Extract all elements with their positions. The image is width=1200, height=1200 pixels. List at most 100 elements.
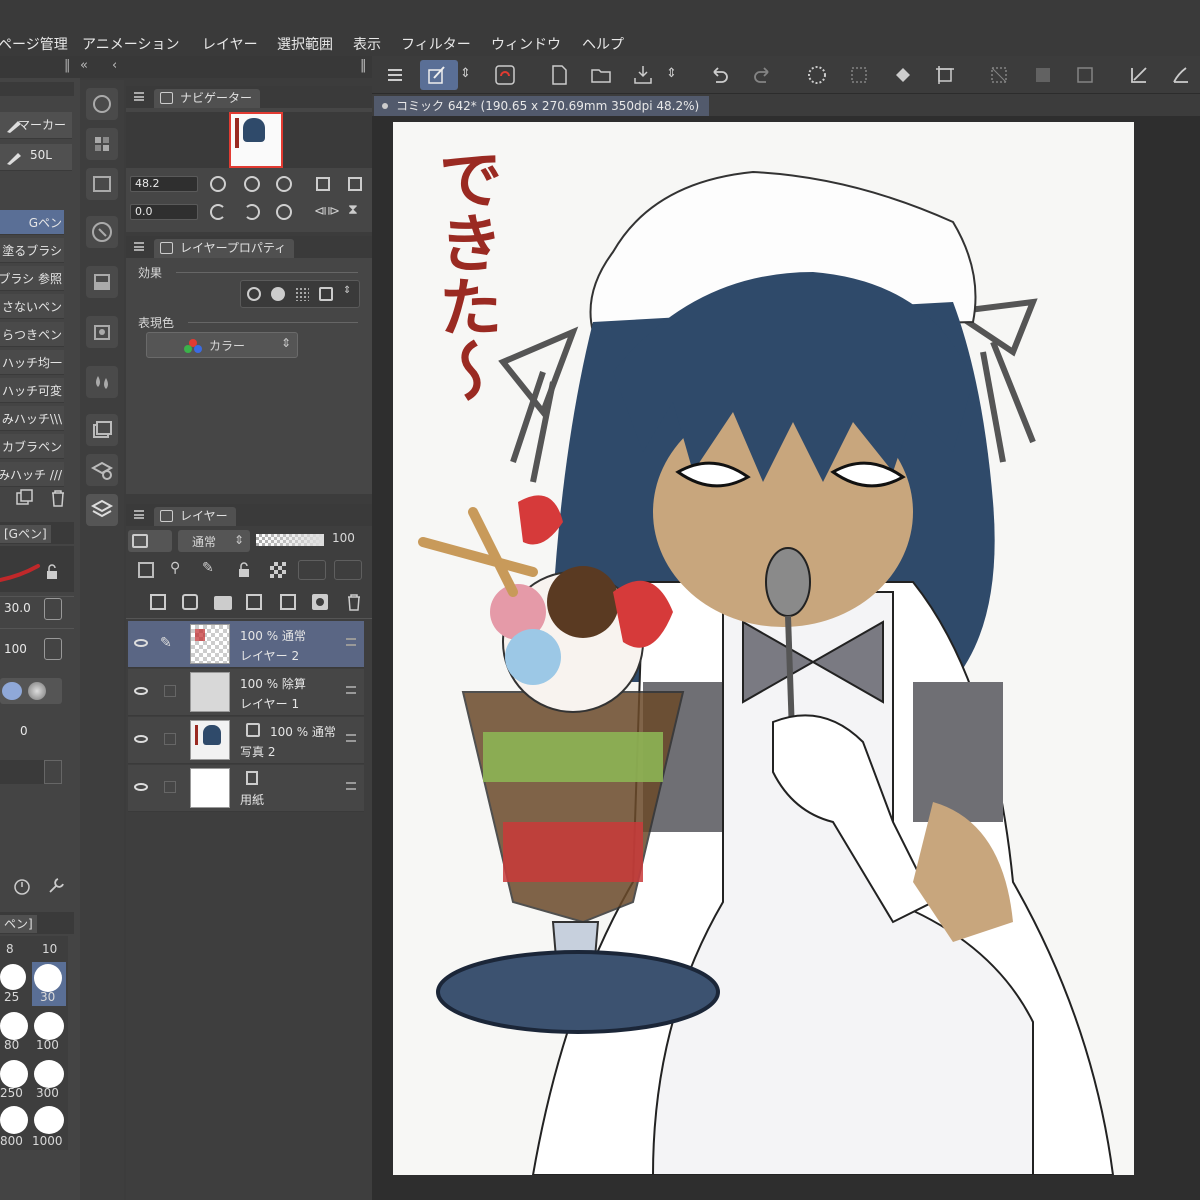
layer-checkbox[interactable] bbox=[164, 733, 176, 745]
grip-icon[interactable] bbox=[134, 92, 144, 101]
save-icon[interactable] bbox=[628, 60, 658, 90]
fill-icon[interactable] bbox=[888, 60, 918, 90]
opacity-slider[interactable] bbox=[256, 534, 324, 546]
wrench-icon[interactable] bbox=[46, 876, 66, 896]
menu-help[interactable]: ヘルプ bbox=[582, 34, 624, 54]
panel-grip-icon[interactable]: ‖ bbox=[64, 58, 71, 73]
rotate-left-icon[interactable] bbox=[210, 204, 226, 220]
layer-checkbox[interactable] bbox=[164, 781, 176, 793]
snap-ruler-icon[interactable] bbox=[1124, 60, 1154, 90]
menu-page-management[interactable]: ページ管理 bbox=[0, 34, 68, 54]
layer-row-photo-2[interactable]: 100 % 通常 写真 2 bbox=[128, 717, 364, 764]
edit-mode-button[interactable] bbox=[420, 60, 458, 90]
zoom-field[interactable]: 48.2 bbox=[130, 176, 198, 192]
new-folder-icon[interactable] bbox=[214, 596, 232, 610]
chevron-left-icon[interactable]: ‹ bbox=[112, 58, 117, 73]
layer-search-panel-button[interactable] bbox=[86, 454, 118, 486]
tone-icon[interactable] bbox=[295, 287, 309, 301]
brush-dot-100[interactable] bbox=[34, 1012, 64, 1040]
brush-dot-1000[interactable] bbox=[34, 1106, 64, 1134]
chevron-updown-icon[interactable]: ⇕ bbox=[343, 285, 351, 296]
delete-layer-icon[interactable] bbox=[344, 592, 364, 612]
eye-icon[interactable] bbox=[134, 735, 148, 743]
artwork-canvas[interactable]: できた〜 bbox=[393, 122, 1134, 1175]
sub-tool-kabura-pen[interactable]: カブラペン bbox=[0, 434, 64, 459]
ruler-enable-icon[interactable] bbox=[334, 560, 362, 580]
panel-grip-icon[interactable]: ‖ bbox=[360, 58, 367, 73]
anti-alias-strong-icon[interactable] bbox=[28, 682, 46, 700]
layer-property-tab[interactable]: レイヤープロパティ bbox=[154, 239, 295, 258]
flip-horizontal-icon[interactable]: ⧏⧐ bbox=[314, 204, 340, 219]
marker-group-button[interactable]: マーカー bbox=[0, 112, 72, 139]
layer-tab[interactable]: レイヤー bbox=[154, 507, 236, 526]
sub-tool-hatch-uniform[interactable]: ハッチ均一 bbox=[0, 350, 64, 375]
sub-tool-brush-ref[interactable]: ブラシ 参照 bbox=[0, 266, 64, 291]
timeline-panel-button[interactable] bbox=[86, 168, 118, 200]
eye-icon[interactable] bbox=[134, 687, 148, 695]
brush-size-10[interactable]: 10 bbox=[42, 942, 57, 956]
transform-icon[interactable] bbox=[930, 60, 960, 90]
menu-animation[interactable]: アニメーション bbox=[82, 34, 179, 54]
chevron-updown-icon[interactable]: ⇕ bbox=[666, 60, 682, 90]
menu-window[interactable]: ウィンドウ bbox=[491, 34, 561, 54]
blend-mode-select[interactable]: 通常 ⇕ bbox=[178, 530, 250, 552]
layer-opacity-value[interactable]: 100 bbox=[332, 531, 355, 545]
sub-tool-g-pen[interactable]: Gペン bbox=[0, 210, 64, 235]
new-vector-layer-icon[interactable] bbox=[182, 594, 198, 610]
trash-icon[interactable] bbox=[48, 488, 68, 508]
eye-icon[interactable] bbox=[134, 639, 148, 647]
menu-layer[interactable]: レイヤー bbox=[202, 34, 258, 54]
opacity-pressure-button[interactable] bbox=[44, 638, 62, 660]
sub-tool-pen-3[interactable]: さないペン bbox=[0, 294, 64, 319]
document-tab[interactable]: コミック 642* (190.65 x 270.69mm 350dpi 48.2… bbox=[374, 96, 710, 116]
draft-layer-icon[interactable]: ✎ bbox=[202, 560, 214, 576]
item-bank-panel-button[interactable] bbox=[86, 266, 118, 298]
brush-icon[interactable] bbox=[1166, 60, 1196, 90]
navigator-preview[interactable] bbox=[126, 112, 372, 168]
clear-outside-icon[interactable] bbox=[844, 60, 874, 90]
clip-lower-icon[interactable] bbox=[138, 562, 154, 578]
zoom-in-icon[interactable] bbox=[244, 176, 260, 192]
expression-color-select[interactable]: カラー ⇕ bbox=[146, 332, 298, 358]
color-mixing-panel-button[interactable] bbox=[86, 366, 118, 398]
new-file-icon[interactable] bbox=[544, 60, 574, 90]
brush-size-1000[interactable]: 1000 bbox=[32, 1134, 63, 1148]
menu-selection[interactable]: 選択範囲 bbox=[277, 34, 333, 54]
stabilization-field[interactable]: 0 bbox=[16, 722, 46, 742]
brush-size-80[interactable]: 80 bbox=[4, 1038, 19, 1052]
rotation-field[interactable]: 0.0 bbox=[130, 204, 198, 220]
brush-size-30[interactable]: 30 bbox=[40, 990, 55, 1004]
layer-panel-button[interactable] bbox=[86, 494, 118, 526]
extract-line-icon[interactable] bbox=[271, 287, 285, 301]
navigator-viewport-frame[interactable] bbox=[229, 112, 283, 168]
lock-transparency-icon[interactable] bbox=[270, 562, 286, 578]
brush-size-100[interactable]: 100 bbox=[36, 1038, 59, 1052]
brush-dot-250[interactable] bbox=[0, 1060, 28, 1088]
open-folder-icon[interactable] bbox=[586, 60, 616, 90]
menu-view[interactable]: 表示 bbox=[353, 34, 381, 54]
invert-selection-icon[interactable] bbox=[1028, 60, 1058, 90]
3d-panel-button[interactable] bbox=[86, 316, 118, 348]
lock-icon[interactable] bbox=[44, 564, 60, 580]
fit-icon[interactable] bbox=[276, 176, 292, 192]
clear-icon[interactable] bbox=[802, 60, 832, 90]
sub-tool-cross-hatch-2[interactable]: みハッチ /// bbox=[0, 462, 64, 487]
clip-studio-icon[interactable] bbox=[490, 60, 520, 90]
lock-icon[interactable] bbox=[236, 562, 252, 578]
brush-dot-80[interactable] bbox=[0, 1012, 28, 1040]
mask-enable-icon[interactable] bbox=[298, 560, 326, 580]
layer-row-paper[interactable]: 用紙 bbox=[128, 765, 364, 812]
brush-size-8[interactable]: 8 bbox=[6, 942, 14, 956]
color-set-panel-button[interactable] bbox=[86, 128, 118, 160]
eye-icon[interactable] bbox=[134, 783, 148, 791]
transfer-down-icon[interactable] bbox=[246, 594, 262, 610]
tool-property-tab[interactable]: [Gペン] bbox=[0, 525, 51, 543]
new-raster-layer-icon[interactable] bbox=[150, 594, 166, 610]
layer-color-icon[interactable] bbox=[319, 287, 333, 301]
color-wheel-panel-button[interactable] bbox=[86, 88, 118, 120]
sub-tool-paint-brush[interactable]: 塗るブラシ bbox=[0, 238, 64, 263]
anti-alias-weak-icon[interactable] bbox=[2, 682, 22, 700]
brush-size-field[interactable]: 30.0 bbox=[0, 599, 42, 619]
drag-handle-icon[interactable] bbox=[346, 734, 356, 742]
flip-vertical-icon[interactable]: ⧗ bbox=[348, 202, 358, 218]
